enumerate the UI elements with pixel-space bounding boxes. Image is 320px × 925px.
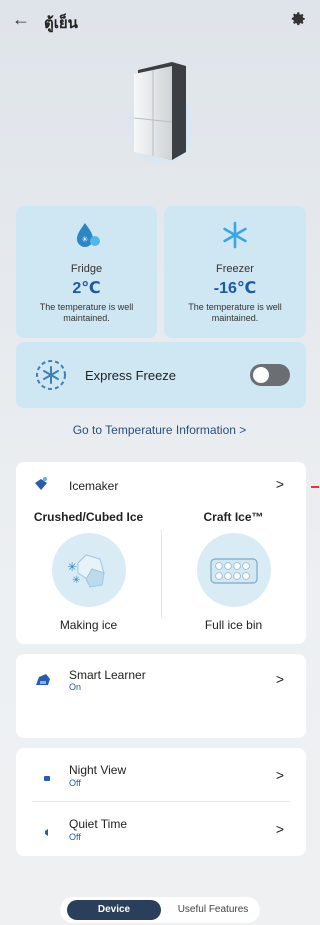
smart-learner-status: On — [69, 682, 82, 692]
express-freeze-label: Express Freeze — [85, 368, 177, 383]
crushed-cubed-ice-section: Crushed/Cubed Ice ✳ ✳ Making ice — [16, 510, 161, 632]
chevron-right-icon[interactable]: > — [276, 821, 284, 837]
page-title: ตู้เย็น — [44, 15, 78, 32]
quiet-time-title: Quiet Time — [69, 817, 128, 831]
tab-useful-features[interactable]: Useful Features — [166, 900, 260, 920]
smart-learner-title: Smart Learner — [69, 668, 146, 682]
craft-ice-title: Craft Ice™ — [203, 510, 264, 524]
smart-learner-icon — [36, 674, 50, 685]
fridge-status: The temperature is well maintained. — [39, 302, 134, 323]
bottom-tab-bar: Device Useful Features — [60, 897, 260, 923]
refrigerator-image — [128, 62, 192, 164]
night-view-title: Night View — [69, 763, 127, 777]
icemaker-icon — [35, 477, 47, 490]
fridge-label: Fridge — [70, 263, 103, 275]
fridge-tile[interactable]: ✳ Fridge 2℃ The temperature is well main… — [16, 206, 157, 338]
edge-marker — [311, 486, 319, 488]
quiet-time-status: Off — [69, 832, 81, 842]
gear-icon[interactable] — [289, 10, 307, 28]
header-bar: ← ตู้เย็น — [0, 0, 319, 42]
night-quiet-card: Night View Off > Quiet Time Off > — [16, 748, 306, 856]
craft-ice-status: Full ice bin — [204, 618, 263, 632]
crushed-cubed-ice-title: Crushed/Cubed Ice — [33, 510, 144, 524]
temperature-info-link[interactable]: Go to Temperature Information > — [0, 423, 319, 437]
freezer-label: Freezer — [216, 263, 254, 275]
snowflake-icon — [223, 221, 247, 249]
toggle-knob — [253, 367, 269, 383]
svg-text:✳: ✳ — [81, 235, 88, 244]
express-freeze-icon — [36, 360, 66, 390]
crushed-ice-status: Making ice — [59, 618, 118, 632]
chevron-right-icon[interactable]: > — [276, 476, 284, 492]
express-freeze-card: Express Freeze — [16, 342, 306, 408]
ice-bin-icon — [196, 533, 271, 607]
express-freeze-toggle[interactable] — [250, 364, 290, 386]
tab-device[interactable]: Device — [67, 900, 161, 920]
freezer-tile[interactable]: Freezer -16℃ The temperature is well mai… — [164, 206, 306, 338]
svg-text:✳: ✳ — [72, 575, 80, 586]
chevron-right-icon[interactable]: > — [276, 671, 284, 687]
freezer-temperature: -16℃ — [213, 280, 257, 297]
svg-text:✳: ✳ — [67, 560, 77, 574]
freezer-status: The temperature is well maintained. — [188, 302, 282, 323]
icemaker-card[interactable]: Icemaker > Crushed/Cubed Ice ✳ ✳ Making … — [16, 462, 306, 644]
back-arrow-icon[interactable]: ← — [12, 9, 30, 30]
night-view-status: Off — [69, 778, 81, 788]
divider — [32, 801, 290, 802]
crushed-ice-icon: ✳ ✳ — [51, 533, 126, 607]
icemaker-label: Icemaker — [69, 479, 119, 493]
chevron-right-icon[interactable]: > — [276, 767, 284, 783]
craft-ice-section: Craft Ice™ Full ice bin — [161, 510, 306, 632]
water-drop-snowflake-icon: ✳ — [76, 223, 100, 247]
smart-learner-card[interactable]: Smart Learner On > — [16, 654, 306, 738]
fridge-temperature: 2℃ — [72, 280, 101, 297]
night-view-icon — [36, 769, 50, 781]
quiet-time-icon — [36, 823, 48, 836]
